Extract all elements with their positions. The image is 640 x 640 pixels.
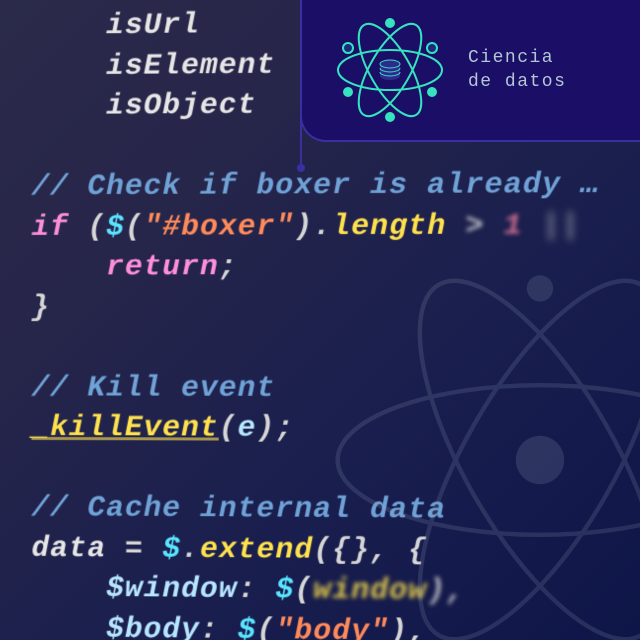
code-token: > (446, 209, 503, 243)
code-token: window (313, 574, 427, 609)
code-line: // Check if boxer is already … (31, 164, 640, 207)
code-token: $body (31, 612, 199, 640)
code-token: $ (238, 613, 257, 640)
code-token: $window (31, 572, 237, 607)
code-token: // Check if boxer is already … (31, 168, 599, 204)
code-token: ); (256, 412, 294, 446)
code-token: . (181, 532, 200, 566)
code-token: || (523, 209, 600, 243)
code-token: ; (219, 250, 238, 284)
code-token: _killEvent (31, 411, 218, 445)
code-token: data (31, 532, 124, 566)
code-token: : (238, 573, 276, 607)
code-token: ), (427, 574, 465, 608)
code-token: ({}, { (313, 533, 427, 568)
code-token: isElement (31, 48, 275, 84)
code-token: isObject (31, 89, 256, 124)
nucleus-icon (380, 60, 400, 80)
code-token: // Cache internal data (31, 491, 446, 527)
code-token (31, 451, 50, 485)
code-token: ( (125, 210, 144, 244)
code-line: } (31, 287, 640, 328)
badge-card: Ciencia de datos (300, 0, 640, 142)
code-token: ( (87, 210, 106, 244)
badge-label-line2: de datos (468, 70, 566, 94)
code-line: $window: $(window), (31, 569, 640, 615)
code-token: "body" (275, 614, 389, 640)
code-line: // Kill event (31, 368, 640, 410)
code-token: 1 (504, 209, 523, 243)
code-line (31, 448, 640, 491)
code-line: if ($("#boxer").length > 1 || (31, 205, 640, 247)
code-token: : (200, 613, 238, 640)
code-line (31, 328, 640, 369)
code-token (31, 130, 50, 164)
code-token: return (31, 250, 218, 284)
code-token: length (332, 209, 446, 243)
code-token: e (238, 412, 257, 446)
code-token: ( (256, 614, 275, 640)
code-line: return; (31, 246, 640, 288)
code-token: } (31, 291, 50, 325)
code-token: if (31, 210, 87, 244)
code-line: data = $.extend({}, { (31, 529, 640, 574)
code-line: _killEvent(e); (31, 408, 640, 450)
code-token: extend (200, 533, 313, 568)
code-token: $ (275, 573, 294, 607)
code-token: = (125, 532, 163, 566)
code-line: // Cache internal data (31, 488, 640, 532)
badge-label-line1: Ciencia (468, 46, 566, 70)
code-token: ( (219, 412, 238, 446)
code-token (31, 331, 50, 365)
code-token: $ (162, 532, 181, 566)
atom-icon (330, 10, 450, 130)
code-token: ). (294, 210, 332, 244)
code-token: ), (389, 615, 427, 640)
code-token: // Kill event (31, 371, 275, 405)
code-token: $ (106, 210, 125, 244)
code-token: "#boxer" (144, 210, 295, 244)
badge-label: Ciencia de datos (468, 46, 566, 95)
code-line: $body: $("body"), (31, 609, 640, 640)
code-token: isUrl (31, 9, 199, 44)
code-token: ( (294, 574, 313, 608)
